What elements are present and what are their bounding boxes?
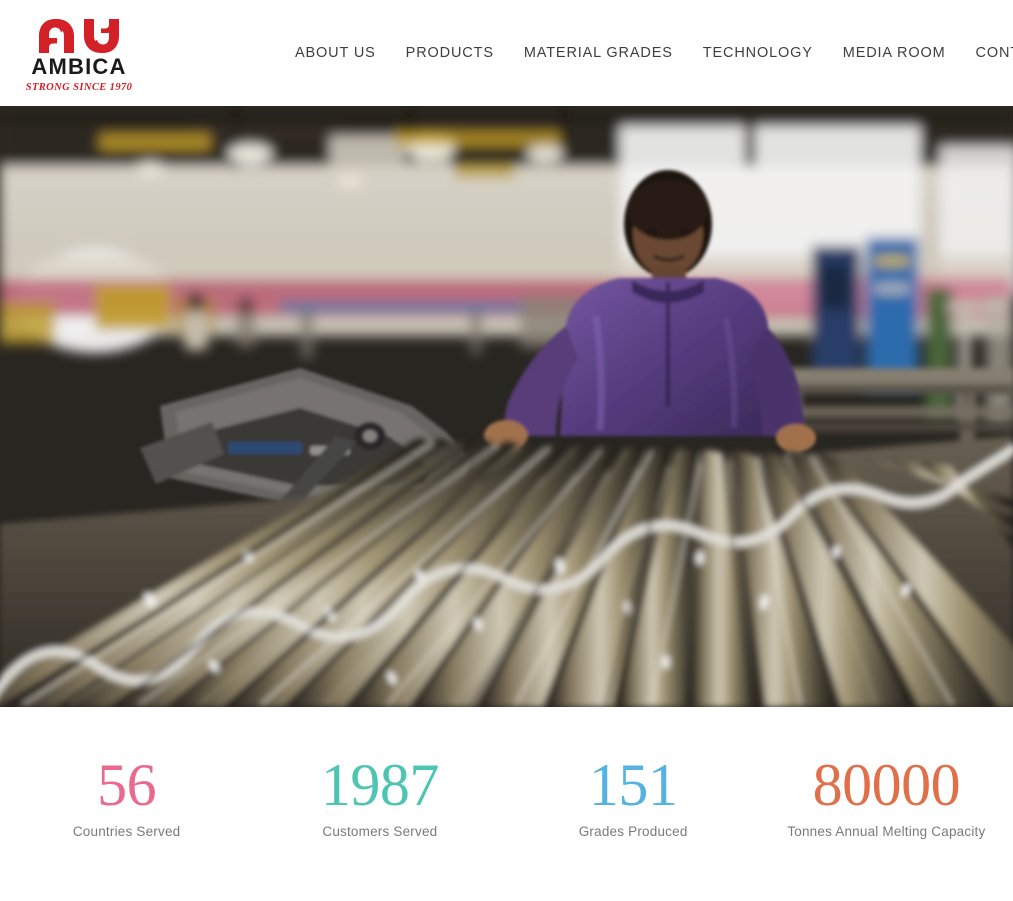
- stat-value: 56: [97, 752, 157, 818]
- stats-section: 56 Countries Served 1987 Customers Serve…: [0, 707, 1013, 901]
- nav-contact-us[interactable]: CONTACT US: [961, 39, 1013, 67]
- stat-label: Countries Served: [72, 824, 181, 840]
- ambica-as-monogram-icon: [39, 19, 119, 53]
- page-root: AMBICA STRONG SINCE 1970 ABOUT US PRODUC…: [0, 0, 1013, 901]
- stat-label: Tonnes Annual Melting Capacity: [787, 824, 986, 840]
- stat-value: 80000: [812, 752, 961, 818]
- nav-material-grades[interactable]: MATERIAL GRADES: [509, 39, 688, 67]
- nav-technology[interactable]: TECHNOLOGY: [688, 39, 828, 67]
- nav-products[interactable]: PRODUCTS: [391, 39, 509, 67]
- stat-value: 151: [588, 752, 678, 818]
- hero-banner: [0, 106, 1013, 707]
- nav-media-room[interactable]: MEDIA ROOM: [828, 39, 961, 67]
- stat-countries-served: 56 Countries Served: [0, 752, 253, 840]
- nav-about-us[interactable]: ABOUT US: [280, 39, 391, 67]
- main-navigation: ABOUT US PRODUCTS MATERIAL GRADES TECHNO…: [280, 0, 1013, 106]
- site-header: AMBICA STRONG SINCE 1970 ABOUT US PRODUC…: [0, 0, 1013, 106]
- stat-customers-served: 1987 Customers Served: [253, 752, 506, 840]
- stats-row: 56 Countries Served 1987 Customers Serve…: [0, 752, 1013, 840]
- brand-tagline: STRONG SINCE 1970: [25, 82, 133, 93]
- stat-label: Grades Produced: [578, 824, 688, 840]
- stat-value: 1987: [320, 752, 440, 818]
- brand-wordmark: AMBICA: [31, 54, 127, 79]
- stat-melting-capacity: 80000 Tonnes Annual Melting Capacity: [760, 752, 1013, 840]
- hero-image-steel-inspection: [0, 106, 1013, 707]
- brand-logo-link[interactable]: AMBICA STRONG SINCE 1970: [14, 6, 144, 104]
- stat-label: Customers Served: [322, 824, 438, 840]
- stat-grades-produced: 151 Grades Produced: [507, 752, 760, 840]
